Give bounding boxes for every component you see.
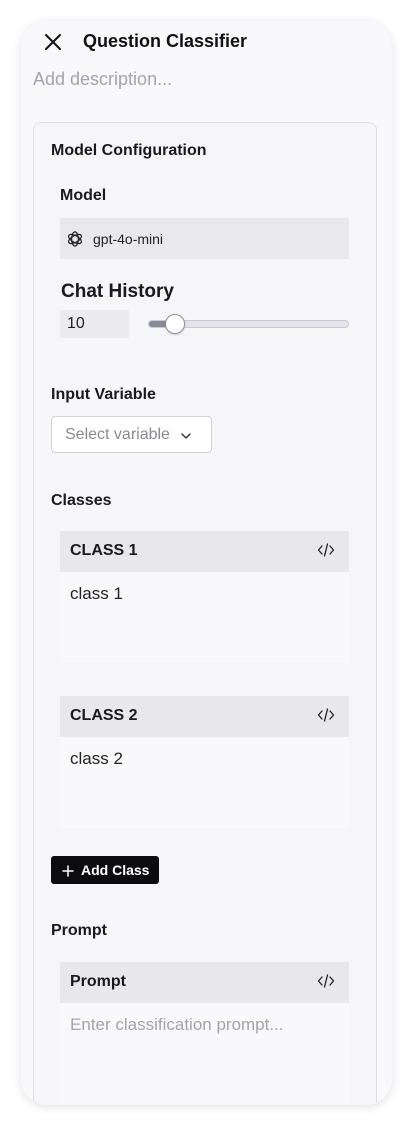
add-class-label: Add Class (81, 862, 150, 878)
prompt-label: Prompt (51, 922, 107, 939)
model-label: Model (60, 187, 107, 204)
prompt-card: Prompt Enter classification prompt... (60, 962, 349, 1105)
input-variable-label: Input Variable (51, 386, 156, 403)
prompt-placeholder: Enter classification prompt... (70, 1015, 284, 1034)
model-configuration-heading: Model Configuration (51, 142, 207, 159)
chat-history-slider[interactable] (148, 314, 349, 334)
class-card-title: CLASS 2 (70, 707, 138, 724)
slider-thumb[interactable] (164, 314, 185, 334)
variable-select[interactable]: Select variable (51, 416, 212, 453)
classes-label: Classes (51, 492, 112, 509)
code-icon[interactable] (317, 973, 335, 989)
openai-icon (66, 230, 84, 248)
description-field[interactable]: Add description... (33, 69, 172, 90)
variable-select-placeholder: Select variable (65, 425, 170, 443)
panel-header: Question Classifier (21, 21, 392, 65)
chat-history-label: Chat History (61, 281, 174, 302)
code-icon[interactable] (317, 707, 335, 723)
prompt-card-header: Prompt (60, 962, 349, 1003)
configuration-box: Model Configuration Model gpt-4o-mini Ch… (33, 122, 377, 1105)
code-icon[interactable] (317, 542, 335, 558)
panel-title: Question Classifier (83, 31, 248, 51)
chevron-down-icon (180, 429, 192, 441)
chat-history-input[interactable] (60, 310, 129, 338)
class-card: CLASS 2 class 2 (60, 696, 349, 828)
add-class-button[interactable]: Add Class (51, 856, 159, 884)
class-card-header: CLASS 2 (60, 696, 349, 737)
model-name: gpt-4o-mini (93, 230, 164, 247)
plus-icon (62, 864, 74, 877)
model-selector[interactable]: gpt-4o-mini (60, 218, 349, 259)
class-card-body[interactable]: class 2 (60, 737, 349, 828)
prompt-card-title: Prompt (70, 973, 126, 990)
class-card: CLASS 1 class 1 (60, 531, 349, 663)
class-card-body[interactable]: class 1 (60, 572, 349, 663)
class-card-header: CLASS 1 (60, 531, 349, 572)
class-card-text: class 1 (70, 584, 123, 603)
class-card-text: class 2 (70, 749, 123, 768)
question-classifier-panel: Question Classifier Add description... M… (21, 21, 392, 1105)
close-icon[interactable] (43, 32, 63, 52)
class-card-title: CLASS 1 (70, 542, 138, 559)
prompt-input[interactable]: Enter classification prompt... (60, 1003, 349, 1105)
